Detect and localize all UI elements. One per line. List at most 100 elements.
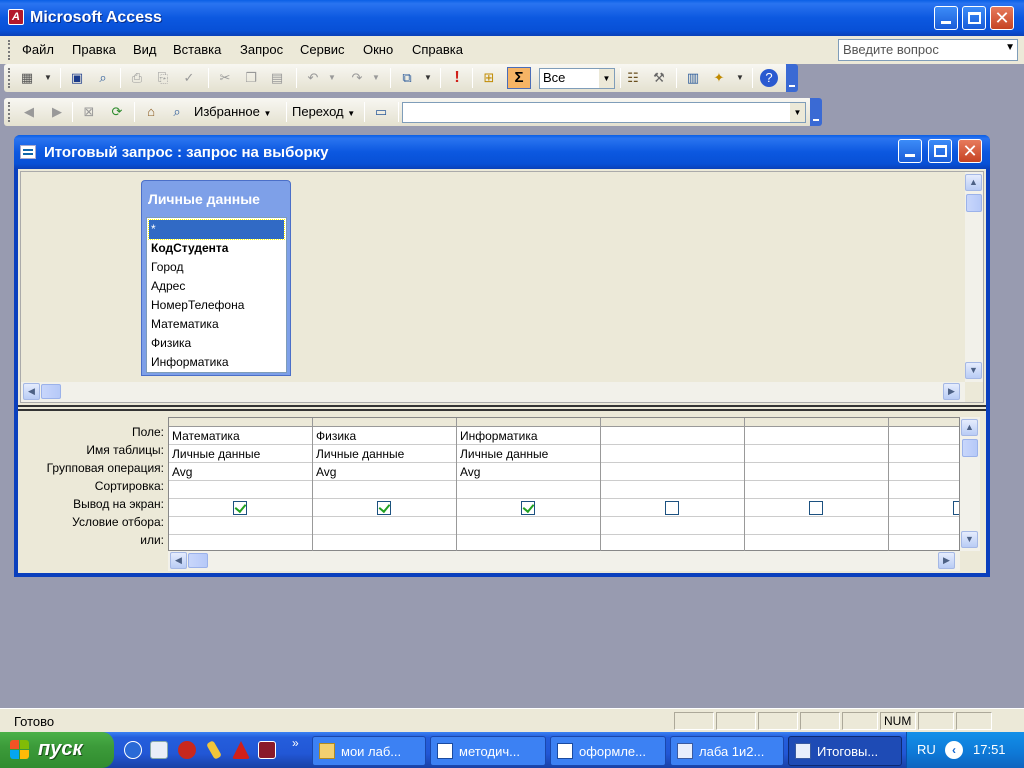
refresh-icon[interactable]: ⟳ <box>108 103 126 121</box>
task-button[interactable]: методич... <box>430 736 546 766</box>
task-button[interactable]: оформле... <box>550 736 666 766</box>
winamp-icon[interactable] <box>206 740 222 760</box>
grid-cell-criteria[interactable] <box>889 517 959 535</box>
internet-explorer-icon[interactable] <box>124 741 142 759</box>
table-pane[interactable]: Личные данные * КодСтудента Город Адрес … <box>20 171 984 403</box>
query-close-button[interactable]: ✕ <box>958 139 982 163</box>
menu-insert[interactable]: Вставка <box>173 42 221 57</box>
forward-icon[interactable]: ▶ <box>48 103 66 121</box>
grid-cell-table[interactable]: Личные данные <box>169 445 312 463</box>
grid-column[interactable] <box>745 418 889 553</box>
field-list-title[interactable]: Личные данные <box>148 191 260 207</box>
field-item[interactable]: Город <box>149 258 284 277</box>
stop-icon[interactable]: ⊠ <box>80 103 98 121</box>
scroll-down-icon[interactable]: ▼ <box>961 531 978 548</box>
pane-splitter[interactable] <box>18 405 986 411</box>
show-only-web-toolbar-icon[interactable]: ▭ <box>372 103 390 121</box>
grid-cell-criteria[interactable] <box>313 517 456 535</box>
view-icon[interactable]: ▦ <box>18 69 36 87</box>
grid-hscroll[interactable]: ◀ ▶ <box>168 551 960 571</box>
query-minimize-button[interactable] <box>898 139 922 163</box>
query-maximize-button[interactable] <box>928 139 952 163</box>
field-item[interactable]: НомерТелефона <box>149 296 284 315</box>
show-table-icon[interactable]: ⊞ <box>480 69 498 87</box>
field-item-key[interactable]: КодСтудента <box>149 239 284 258</box>
grid-cell-criteria[interactable] <box>457 517 600 535</box>
grid-cell-sort[interactable] <box>169 481 312 499</box>
totals-button[interactable]: Σ <box>507 67 531 89</box>
language-indicator[interactable]: RU <box>917 742 936 757</box>
grid-column[interactable]: Математика Личные данные Avg <box>169 418 313 553</box>
scroll-thumb[interactable] <box>188 553 208 568</box>
new-object-icon[interactable]: ✦ <box>710 69 728 87</box>
field-list[interactable]: Личные данные * КодСтудента Город Адрес … <box>141 180 291 376</box>
column-selector[interactable] <box>889 418 959 427</box>
scroll-up-icon[interactable]: ▲ <box>961 419 978 436</box>
grid-cell-total[interactable]: Avg <box>169 463 312 481</box>
save-icon[interactable]: ▣ <box>68 69 86 87</box>
undo-icon[interactable]: ↶ <box>304 69 322 87</box>
opera-icon[interactable] <box>178 741 196 759</box>
maximize-button[interactable] <box>962 6 986 30</box>
query-type-icon[interactable]: ⧉ <box>398 69 416 87</box>
ask-question-input[interactable]: Введите вопрос ▼ <box>838 39 1018 61</box>
scroll-right-icon[interactable]: ▶ <box>943 383 960 400</box>
scroll-left-icon[interactable]: ◀ <box>23 383 40 400</box>
field-item[interactable]: Математика <box>149 315 284 334</box>
grid-cell-table[interactable]: Личные данные <box>457 445 600 463</box>
show-checkbox[interactable] <box>809 501 823 515</box>
show-checkbox[interactable] <box>665 501 679 515</box>
toolbar-grip[interactable] <box>8 102 11 122</box>
grid-cell-total[interactable]: Avg <box>457 463 600 481</box>
grid-column[interactable]: Информатика Личные данные Avg <box>457 418 601 553</box>
grid-vscroll[interactable]: ▲ ▼ <box>960 417 980 551</box>
grid-cell-total[interactable]: Avg <box>313 463 456 481</box>
scroll-right-icon[interactable]: ▶ <box>938 552 955 569</box>
grid-cell-table[interactable] <box>601 445 744 463</box>
field-item[interactable]: Физика <box>149 334 284 353</box>
grid-cell-sort[interactable] <box>889 481 959 499</box>
grid-cell-total[interactable] <box>745 463 888 481</box>
menu-view[interactable]: Вид <box>133 42 157 57</box>
quick-launch-more-icon[interactable]: » <box>292 736 299 750</box>
field-item[interactable]: Информатика <box>149 353 284 372</box>
spelling-icon[interactable]: ✓ <box>180 69 198 87</box>
grid-cell-sort[interactable] <box>745 481 888 499</box>
outlook-express-icon[interactable] <box>150 741 168 759</box>
show-checkbox[interactable] <box>233 501 247 515</box>
grid-column[interactable]: Физика Личные данные Avg <box>313 418 457 553</box>
grid-cell-field[interactable]: Физика <box>313 427 456 445</box>
grid-cell-table[interactable] <box>745 445 888 463</box>
scroll-left-icon[interactable]: ◀ <box>170 552 187 569</box>
show-checkbox[interactable] <box>377 501 391 515</box>
menu-query[interactable]: Запрос <box>240 42 283 57</box>
run-icon[interactable]: ! <box>448 69 466 87</box>
grid-column[interactable] <box>889 418 959 552</box>
grid-cell-total[interactable] <box>889 463 959 481</box>
cut-icon[interactable]: ✂ <box>216 69 234 87</box>
media-player-icon[interactable] <box>258 741 276 759</box>
grid-cell-table[interactable] <box>889 445 959 463</box>
query-window-title-bar[interactable]: Итоговый запрос : запрос на выборку ✕ <box>14 135 990 169</box>
top-values-select[interactable]: Все ▼ <box>539 68 615 89</box>
menu-file[interactable]: Файл <box>22 42 54 57</box>
scroll-up-icon[interactable]: ▲ <box>965 174 982 191</box>
grid-cell-field[interactable]: Информатика <box>457 427 600 445</box>
grid-cell-field[interactable] <box>745 427 888 445</box>
grid-cell-sort[interactable] <box>313 481 456 499</box>
column-selector[interactable] <box>169 418 312 427</box>
minimize-button[interactable] <box>934 6 958 30</box>
toolbar-grip[interactable] <box>8 68 11 88</box>
chevron-down-icon[interactable]: ▼ <box>790 103 805 122</box>
help-icon[interactable]: ? <box>760 69 778 87</box>
properties-icon[interactable]: ☷ <box>624 69 642 87</box>
column-selector[interactable] <box>457 418 600 427</box>
field-item-all[interactable]: * <box>148 219 285 240</box>
show-checkbox[interactable] <box>953 501 959 515</box>
undo-dropdown-icon[interactable]: ▼ <box>328 73 336 82</box>
database-window-icon[interactable]: ▥ <box>684 69 702 87</box>
field-item[interactable]: Адрес <box>149 277 284 296</box>
menu-window[interactable]: Окно <box>363 42 393 57</box>
app-title-bar[interactable]: A Microsoft Access ✕ <box>0 0 1024 36</box>
print-icon[interactable]: ⎙ <box>128 69 146 87</box>
